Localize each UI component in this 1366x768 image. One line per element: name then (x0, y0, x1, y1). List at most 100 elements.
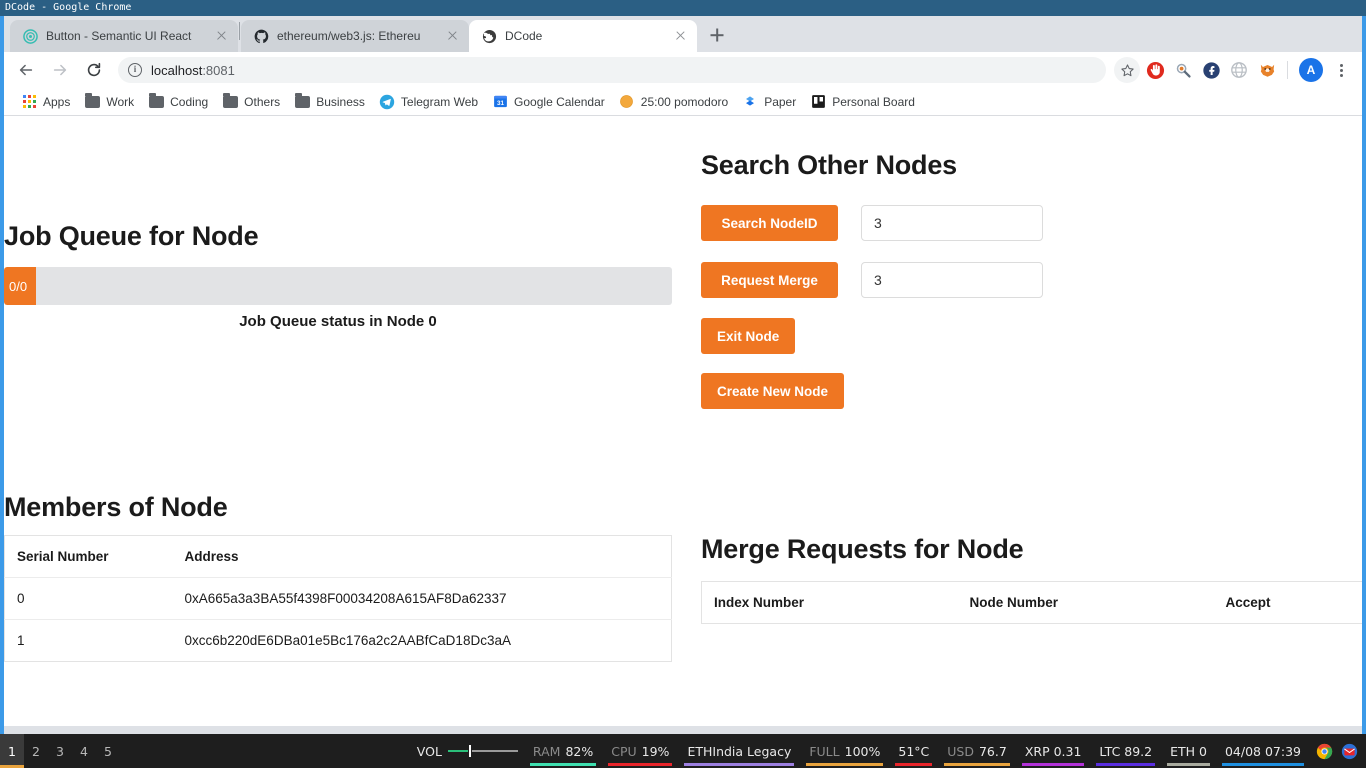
avatar[interactable]: A (1299, 58, 1323, 82)
status-xrp[interactable]: XRP 0.31 (1016, 734, 1091, 768)
chrome-browser-window: Button - Semantic UI React ethereum/web3… (0, 16, 1366, 734)
table-row: 1 0xcc6b220dE6DBa01e5Bc176a2c2AABfCaD18D… (5, 620, 672, 662)
column-header-accept: Accept (1225, 595, 1271, 610)
status-ltc[interactable]: LTC 89.2 (1090, 734, 1161, 768)
bookmark-label: Google Calendar (514, 94, 605, 109)
status-ltc-value: LTC 89.2 (1099, 743, 1153, 759)
status-cpu-value: 19% (641, 743, 670, 759)
bookmark-coding[interactable]: Coding (141, 91, 215, 113)
page-viewport: Job Queue for Node 0/0 Job Queue status … (4, 116, 1362, 726)
globe-extension-icon[interactable] (1226, 57, 1252, 83)
exit-node-button[interactable]: Exit Node (701, 318, 796, 354)
bookmark-business[interactable]: Business (287, 91, 372, 113)
request-merge-input[interactable] (861, 262, 1043, 298)
job-queue-progress-label: 0/0 (9, 278, 28, 294)
bookmark-google-calendar[interactable]: 31 Google Calendar (485, 91, 612, 113)
close-icon[interactable] (445, 28, 461, 44)
job-queue-title: Job Queue for Node (4, 221, 259, 251)
adblock-extension-icon[interactable] (1142, 57, 1168, 83)
tab-semantic-ui-react[interactable]: Button - Semantic UI React (10, 20, 238, 52)
reload-button[interactable] (80, 56, 108, 84)
column-header-node-number: Node Number (969, 595, 1059, 610)
volume-slider[interactable] (447, 745, 518, 757)
status-temperature[interactable]: 51°C (889, 734, 938, 768)
tab-title: DCode (505, 29, 543, 43)
bookmark-pomodoro[interactable]: 25:00 pomodoro (612, 91, 735, 113)
mail-tray-icon[interactable] (1341, 743, 1358, 760)
chrome-menu-icon[interactable] (1328, 57, 1354, 83)
request-merge-row: Request Merge (701, 262, 1043, 298)
search-other-nodes-title: Search Other Nodes (701, 150, 957, 180)
workspace-4[interactable]: 4 (72, 734, 96, 768)
close-icon[interactable] (673, 28, 689, 44)
apps-grid-icon (21, 94, 37, 110)
members-table: Serial Number Address 0 0xA665a3a3BA55f4… (4, 535, 672, 662)
request-merge-button[interactable]: Request Merge (701, 262, 838, 298)
status-eth[interactable]: ETH 0 (1161, 734, 1216, 768)
cell-address: 0xA665a3a3BA55f4398F00034208A615AF8Da623… (172, 577, 672, 620)
metamask-extension-icon[interactable] (1170, 57, 1196, 83)
bookmark-telegram-web[interactable]: Telegram Web (372, 91, 485, 113)
column-header-index-number: Index Number (714, 595, 805, 610)
new-tab-button[interactable] (703, 21, 731, 49)
cell-serial-number: 0 (4, 577, 173, 620)
search-nodeid-button[interactable]: Search NodeID (701, 205, 838, 241)
address-bar[interactable]: i localhost:8081 (118, 57, 1106, 83)
folder-icon (294, 92, 310, 110)
telegram-icon (379, 94, 395, 110)
workspace-3[interactable]: 3 (48, 734, 72, 768)
tab-ethereum-web3js[interactable]: ethereum/web3.js: Ethereu (241, 20, 469, 52)
github-icon (253, 28, 269, 44)
status-clock-underline (1221, 763, 1304, 766)
status-battery[interactable]: FULL 100% (800, 734, 889, 768)
bookmark-label: Coding (170, 94, 209, 109)
workspace-2[interactable]: 2 (24, 734, 48, 768)
folder-icon (148, 92, 164, 110)
bookmark-star-icon[interactable] (1114, 57, 1140, 83)
workspace-5[interactable]: 5 (96, 734, 120, 768)
bookmark-work[interactable]: Work (77, 91, 141, 113)
status-clock[interactable]: 04/08 07:39 (1216, 734, 1310, 768)
close-icon[interactable] (214, 28, 230, 44)
column-header-serial-number: Serial Number (4, 535, 173, 578)
bookmark-others[interactable]: Others (215, 91, 287, 113)
volume-label: VOL (416, 743, 442, 759)
chrome-tray-icon[interactable] (1316, 743, 1333, 760)
bookmark-label: Telegram Web (400, 94, 479, 109)
bookmark-label: Personal Board (832, 94, 915, 109)
bookmark-label: Others (244, 94, 281, 109)
volume-control[interactable]: VOL (408, 734, 524, 768)
status-cpu-label: CPU (611, 743, 637, 759)
job-queue-caption: Job Queue status in Node 0 (239, 313, 437, 330)
info-icon[interactable]: i (128, 63, 142, 77)
forward-button[interactable] (46, 56, 74, 84)
status-ltc-underline (1096, 763, 1156, 766)
status-cpu[interactable]: CPU 19% (602, 734, 678, 768)
status-eth-value: ETH 0 (1170, 743, 1207, 759)
merge-requests-table: Index Number Node Number Accept (701, 581, 1362, 624)
tab-dcode[interactable]: DCode (469, 20, 697, 52)
column-header-address: Address (172, 535, 672, 578)
cell-address: 0xcc6b220dE6DBa01e5Bc176a2c2AABfCaD18Dc3… (184, 633, 511, 648)
search-nodeid-input[interactable] (861, 205, 1043, 241)
status-window-title-value: ETHIndia Legacy (687, 743, 792, 759)
workspace-switcher: 1 2 3 4 5 (0, 734, 120, 768)
bookmark-apps[interactable]: Apps (14, 91, 77, 113)
tab-strip: Button - Semantic UI React ethereum/web3… (4, 16, 1362, 52)
window-title-bar: DCode - Google Chrome (0, 0, 1366, 16)
personal-board-icon (810, 94, 826, 110)
fox-extension-icon[interactable] (1254, 57, 1280, 83)
tab-title: ethereum/web3.js: Ethereu (277, 29, 421, 43)
globe-icon (481, 28, 497, 44)
volume-knob[interactable] (468, 745, 471, 757)
workspace-1[interactable]: 1 (0, 734, 24, 768)
bookmark-personal-board[interactable]: Personal Board (803, 91, 922, 113)
create-new-node-button[interactable]: Create New Node (701, 373, 845, 409)
status-ram[interactable]: RAM 82% (524, 734, 602, 768)
bookmark-paper[interactable]: Paper (735, 91, 803, 113)
folder-icon (222, 92, 238, 110)
fedora-extension-icon[interactable] (1198, 57, 1224, 83)
status-window-title[interactable]: ETHIndia Legacy (678, 734, 800, 768)
back-button[interactable] (12, 56, 40, 84)
status-usd[interactable]: USD 76.7 (938, 734, 1016, 768)
